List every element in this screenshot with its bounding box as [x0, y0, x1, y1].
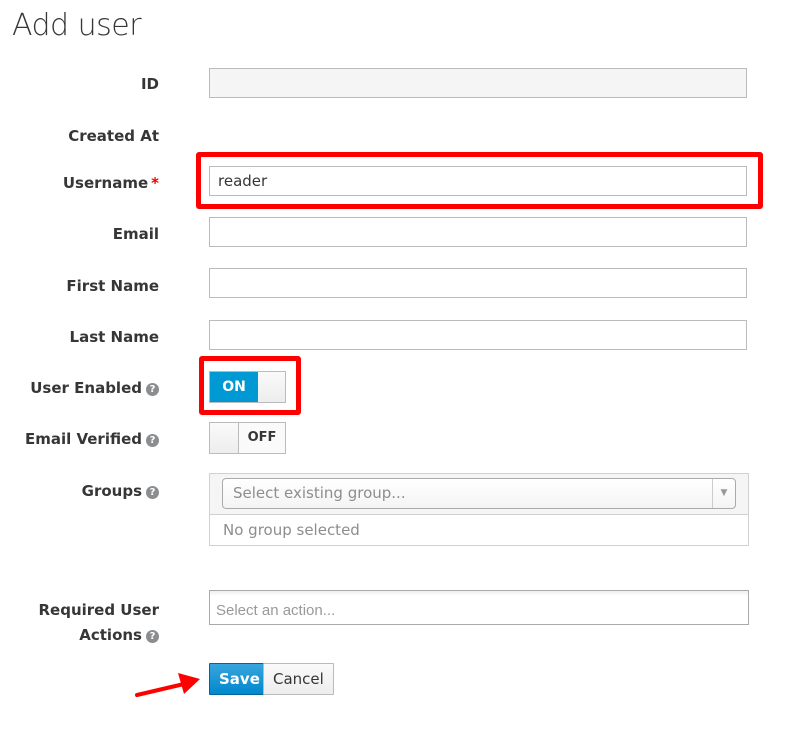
- email-label: Email: [112, 225, 159, 243]
- first-name-input[interactable]: [209, 268, 747, 298]
- no-group-text: No group selected: [223, 521, 360, 539]
- toggle-off-state: OFF: [247, 430, 277, 445]
- last-name-input[interactable]: [209, 320, 747, 350]
- toggle-knob: [210, 423, 239, 453]
- user-enabled-label: User Enabled?: [30, 379, 159, 397]
- page-title: Add user: [12, 8, 142, 43]
- arrow-annotation-icon: [135, 673, 200, 697]
- save-button[interactable]: Save: [209, 663, 270, 695]
- group-select-placeholder: Select existing group...: [233, 484, 406, 502]
- user-enabled-label-text: User Enabled: [30, 379, 142, 397]
- help-icon[interactable]: ?: [146, 383, 159, 396]
- id-field: [209, 68, 747, 98]
- chevron-down-icon[interactable]: ▼: [712, 479, 735, 508]
- username-label: Username *: [63, 174, 159, 192]
- groups-select-bar: Select existing group... ▼: [210, 474, 748, 515]
- required-actions-label: Required User Actions?: [38, 598, 160, 648]
- toggle-knob: [258, 372, 285, 402]
- email-verified-label-text: Email Verified: [24, 430, 142, 448]
- toggle-on-state: ON: [210, 372, 258, 402]
- required-actions-select[interactable]: Select an action...: [209, 590, 749, 625]
- help-icon[interactable]: ?: [146, 434, 159, 447]
- created-at-label: Created At: [68, 127, 159, 145]
- user-enabled-toggle[interactable]: ON: [209, 371, 286, 403]
- required-asterisk: *: [151, 174, 159, 192]
- first-name-label: First Name: [66, 277, 159, 295]
- username-input[interactable]: reader: [209, 166, 747, 196]
- help-icon[interactable]: ?: [146, 630, 159, 643]
- email-verified-toggle[interactable]: OFF: [209, 422, 286, 454]
- email-verified-label: Email Verified?: [25, 430, 159, 448]
- last-name-label: Last Name: [69, 328, 159, 346]
- id-label: ID: [140, 75, 159, 93]
- groups-panel: Select existing group... ▼ No group sele…: [209, 473, 749, 546]
- required-actions-label-line1: Required User: [38, 601, 160, 619]
- email-input[interactable]: [209, 217, 747, 247]
- groups-label: Groups?: [82, 482, 159, 500]
- groups-label-text: Groups: [81, 482, 142, 500]
- group-select[interactable]: Select existing group... ▼: [222, 478, 736, 509]
- help-icon[interactable]: ?: [146, 486, 159, 499]
- cancel-button[interactable]: Cancel: [263, 663, 334, 695]
- username-label-text: Username: [62, 174, 149, 192]
- required-actions-label-line2: Actions: [79, 626, 142, 644]
